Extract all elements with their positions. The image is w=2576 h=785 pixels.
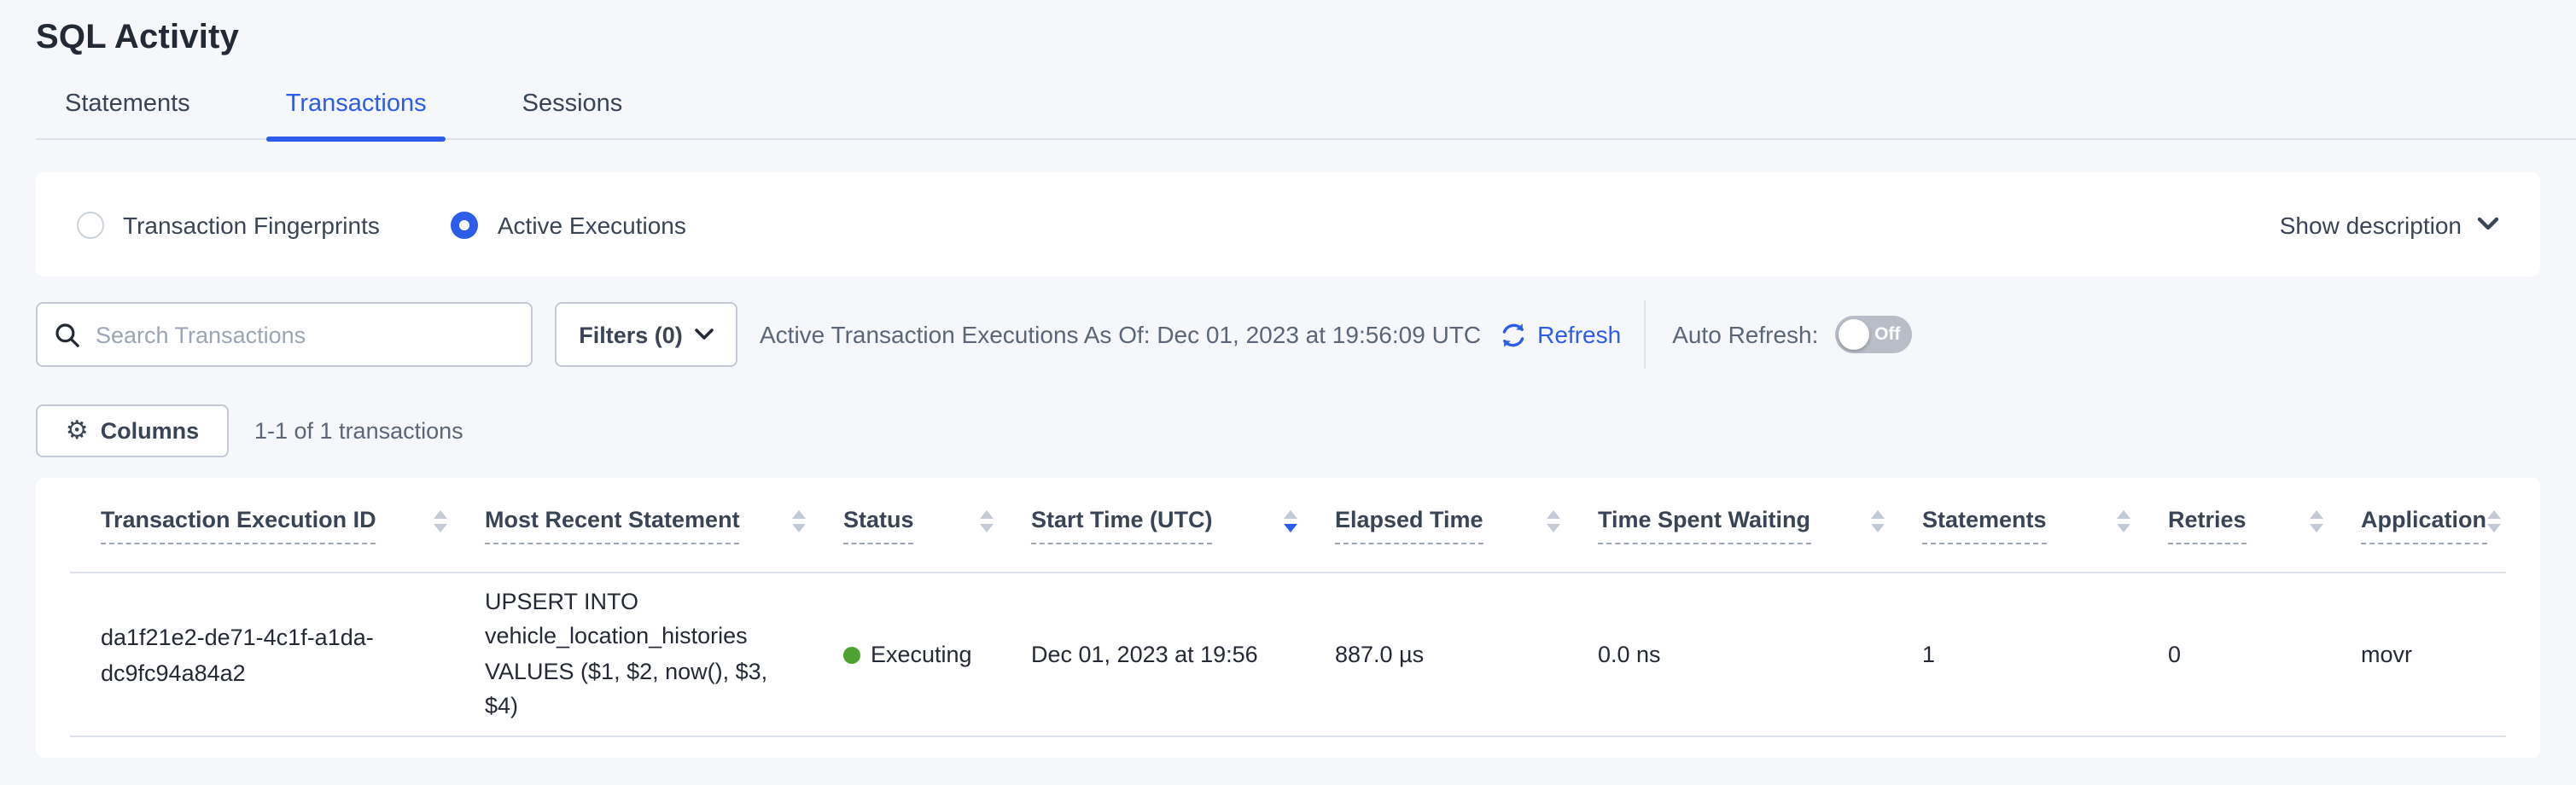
cell-application: movr (2361, 637, 2506, 672)
sort-carets-icon[interactable] (980, 510, 994, 532)
transactions-table-card: Transaction Execution ID Most Recent Sta… (36, 478, 2540, 758)
search-input[interactable] (96, 322, 514, 347)
sort-carets-icon-active[interactable] (1284, 510, 1297, 532)
toggle-knob (1839, 319, 1869, 350)
cell-retries: 0 (2168, 637, 2361, 672)
view-mode-card: Transaction Fingerprints Active Executio… (36, 172, 2540, 276)
header-transaction-execution-id[interactable]: Transaction Execution ID (101, 506, 485, 544)
search-box[interactable] (36, 302, 533, 367)
page-title: SQL Activity (0, 0, 2576, 58)
status-label: Executing (871, 637, 972, 672)
sort-carets-icon[interactable] (792, 510, 806, 532)
sort-carets-icon[interactable] (434, 510, 447, 532)
header-status[interactable]: Status (843, 506, 1031, 544)
tab-transactions[interactable]: Transactions (271, 90, 442, 140)
auto-refresh-label: Auto Refresh: (1672, 321, 1818, 348)
tab-bar: Statements Transactions Sessions (50, 82, 2576, 140)
auto-refresh-toggle[interactable]: Off (1835, 316, 1912, 353)
refresh-button[interactable]: Refresh (1498, 320, 1621, 349)
sort-carets-icon[interactable] (2117, 510, 2130, 532)
sort-carets-icon[interactable] (2486, 510, 2500, 532)
header-elapsed-time[interactable]: Elapsed Time (1335, 506, 1598, 544)
sort-carets-icon[interactable] (1547, 510, 1560, 532)
green-dot-icon (843, 646, 860, 663)
refresh-icon (1498, 320, 1527, 349)
header-most-recent-statement[interactable]: Most Recent Statement (485, 506, 843, 544)
toggle-state-label: Off (1874, 316, 1900, 353)
cell-transaction-execution-id: da1f21e2-de71-4c1f-a1da-dc9fc94a84a2 (101, 619, 411, 690)
sql-activity-page: SQL Activity Statements Transactions Ses… (0, 0, 2576, 785)
radio-label: Transaction Fingerprints (123, 211, 380, 238)
columns-button[interactable]: ⚙ Columns (36, 404, 229, 457)
table-row[interactable]: da1f21e2-de71-4c1f-a1da-dc9fc94a84a2 UPS… (70, 573, 2506, 737)
cell-statements: 1 (1922, 637, 2168, 672)
cell-status: Executing (843, 637, 1031, 672)
filters-label: Filters (0) (579, 322, 683, 347)
table-header-row: Transaction Execution ID Most Recent Sta… (70, 478, 2506, 573)
header-application[interactable]: Application (2361, 506, 2506, 544)
show-description-label: Show description (2280, 211, 2462, 238)
header-retries[interactable]: Retries (2168, 506, 2361, 544)
tab-statements[interactable]: Statements (50, 90, 206, 140)
radio-active-executions[interactable]: Active Executions (452, 211, 686, 238)
cell-most-recent-statement: UPSERT INTO vehicle_location_histories V… (485, 584, 830, 724)
columns-label: Columns (101, 418, 200, 444)
header-statements[interactable]: Statements (1922, 506, 2168, 544)
controls-row: Filters (0) Active Transaction Execution… (36, 302, 2540, 367)
transactions-table: Transaction Execution ID Most Recent Sta… (70, 478, 2506, 737)
auto-refresh-control: Auto Refresh: Off (1672, 316, 1912, 353)
cell-time-spent-waiting: 0.0 ns (1598, 637, 1922, 672)
sort-carets-icon[interactable] (2310, 510, 2323, 532)
tab-sessions[interactable]: Sessions (507, 90, 638, 140)
radio-selected-icon[interactable] (452, 211, 479, 238)
gear-icon: ⚙ (66, 418, 89, 444)
as-of-timestamp: Active Transaction Executions As Of: Dec… (760, 321, 1481, 348)
radio-transaction-fingerprints[interactable]: Transaction Fingerprints (77, 211, 380, 238)
result-count: 1-1 of 1 transactions (254, 418, 463, 444)
table-toolbar: ⚙ Columns 1-1 of 1 transactions (36, 404, 2540, 457)
show-description-toggle[interactable]: Show description (2280, 211, 2499, 238)
header-start-time[interactable]: Start Time (UTC) (1031, 506, 1335, 544)
search-icon (55, 322, 80, 347)
filters-button[interactable]: Filters (0) (555, 302, 737, 367)
header-time-spent-waiting[interactable]: Time Spent Waiting (1598, 506, 1922, 544)
refresh-label: Refresh (1537, 321, 1621, 348)
cell-elapsed-time: 887.0 µs (1335, 637, 1598, 672)
vertical-divider (1643, 300, 1645, 369)
cell-start-time: Dec 01, 2023 at 19:56 (1031, 637, 1335, 672)
chevron-down-icon (695, 328, 714, 341)
radio-label: Active Executions (498, 211, 686, 238)
radio-unselected-icon[interactable] (77, 211, 104, 238)
sort-carets-icon[interactable] (1871, 510, 1885, 532)
chevron-down-icon (2477, 217, 2499, 232)
